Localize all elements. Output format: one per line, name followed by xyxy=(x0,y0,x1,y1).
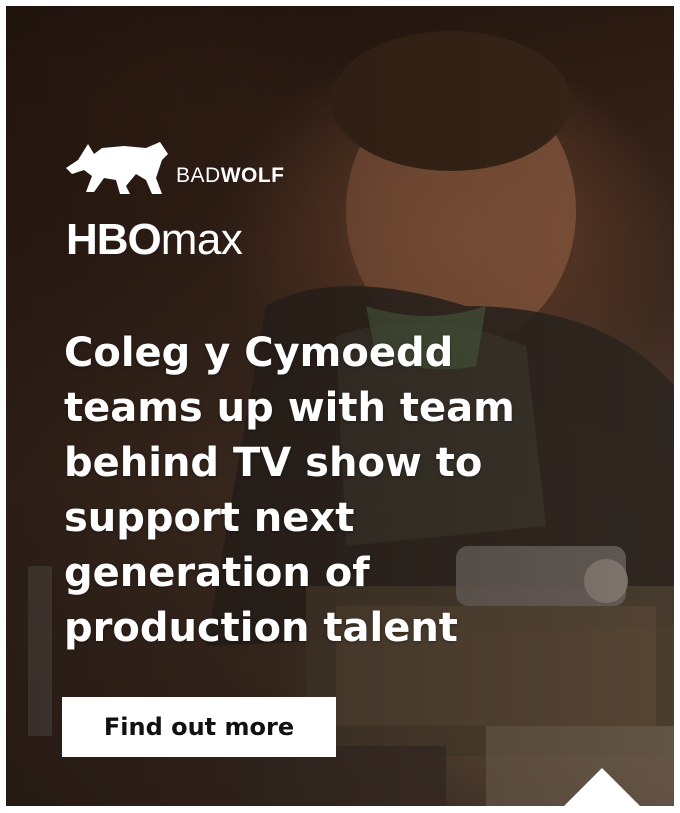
triangle-up-icon xyxy=(558,768,646,806)
wolf-logo-icon xyxy=(66,142,168,194)
badwolf-wordmark-wolf: WOLF xyxy=(220,164,285,187)
promo-card: BADWOLF HBOmax Coleg y Cymoedd teams up … xyxy=(6,6,674,806)
badwolf-wordmark-bad: BAD xyxy=(176,164,221,187)
hbomax-logo: HBOmax xyxy=(66,218,285,262)
badwolf-logo: BADWOLF xyxy=(64,134,285,196)
partner-logos: BADWOLF HBOmax xyxy=(64,134,285,262)
find-out-more-button[interactable]: Find out more xyxy=(62,697,336,757)
badwolf-wordmark: BADWOLF xyxy=(176,164,285,188)
headline: Coleg y Cymoedd teams up with team behin… xyxy=(64,330,515,651)
hbomax-logo-hbo: HBO xyxy=(66,215,162,264)
hbomax-logo-max: max xyxy=(160,215,243,264)
